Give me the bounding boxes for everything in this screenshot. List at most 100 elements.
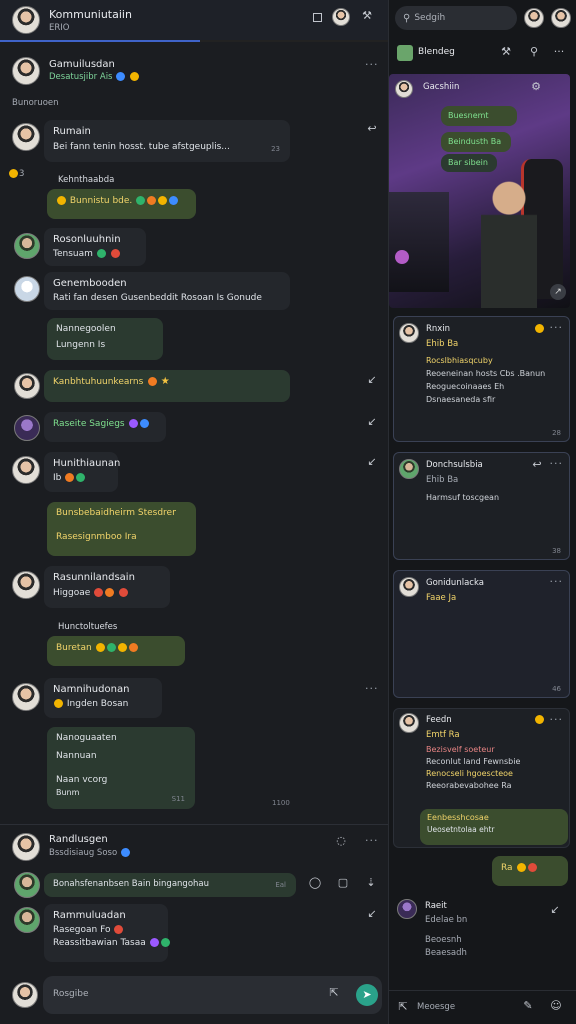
avatar[interactable] [399,323,419,343]
share-icon[interactable]: ↙ [549,903,561,916]
video-chat-bubble[interactable]: Buesnemt [441,106,517,126]
message-card[interactable]: Feedn ··· Emtf Ra Bezisvelf soeteur Reco… [393,708,570,848]
chat-pane: Kommuniutaiin ERIO ⚒ Gamuilusdan Desatus… [0,0,389,1024]
user-avatar[interactable] [332,8,350,26]
message-composer[interactable]: Rosgibe ⇱ ➤ [43,976,382,1014]
avatar[interactable] [12,57,40,85]
sender-name: Gamuilusdan [49,59,115,70]
sender-name: Donchsulsbia [426,460,483,470]
video-preview[interactable]: Gacshiin ⚙ Buesnemt Beindusth Ba Bar sib… [389,74,570,308]
send-button[interactable]: ➤ [356,984,378,1006]
avatar[interactable] [399,577,419,597]
tools-icon[interactable]: ⚒ [499,45,513,58]
message-bubble[interactable]: Bunnistu bde. [47,189,196,219]
avatar[interactable] [14,276,40,302]
emoji-icon [106,642,116,652]
emoji-icon [76,473,86,482]
live-badge [395,250,409,264]
search-icon[interactable]: ⚲ [527,45,541,58]
sender-name: Gacshiin [423,82,460,92]
message-bubble[interactable]: Rasunnilandsain Higgoae [44,566,170,608]
avatar[interactable] [395,80,413,98]
message-bubble[interactable]: Rammuluadan Rasegoan Fo Reassitbawian Ta… [44,904,170,962]
message-card[interactable]: Gonidunlacka ··· Faae Ja 46 [393,570,570,698]
avatar[interactable] [14,233,40,259]
emoji-icon [119,588,129,597]
message-bubble[interactable]: Buretan [47,636,185,666]
avatar[interactable] [14,415,40,441]
avatar[interactable] [14,907,40,933]
more-options-icon[interactable]: ··· [550,575,564,588]
avatar[interactable] [14,373,40,399]
emoji-icon [128,642,138,652]
emoji-icon [535,715,544,724]
message-bubble[interactable]: Nannegoolen Lungenn Is [47,318,163,360]
reaction-count[interactable]: 3 [8,168,24,179]
profile-avatar[interactable] [524,8,544,28]
share-icon[interactable]: ↙ [366,373,378,386]
chat-icon[interactable]: ◌ [335,834,347,847]
message-card[interactable]: Rnxin ··· Ehib Ba Rocslbhiasqcuby Reoene… [393,316,570,442]
message-bubble[interactable]: Nanoguaaten Nannuan Naan vcorg Bunm S11 [47,727,195,809]
avatar[interactable] [14,872,40,898]
more-options-icon[interactable]: ··· [365,58,379,71]
reply-icon[interactable]: ↩ [532,458,542,471]
card-body: Rocslbhiasqcuby Reoeneinan hosts Cbs .Ba… [426,354,545,406]
avatar[interactable] [397,899,417,919]
chat-icon[interactable]: ◯ [308,876,322,889]
settings-icon[interactable]: ⚙ [529,80,543,93]
attach-icon[interactable]: ⇱ [327,986,341,999]
share-icon[interactable]: ↙ [366,455,378,468]
avatar[interactable] [12,123,40,151]
more-options-icon[interactable]: ··· [551,45,567,58]
reply-icon[interactable]: ↩ [366,122,378,135]
avatar[interactable] [12,571,40,599]
video-chat-bubble[interactable]: Beindusth Ba [441,132,511,152]
avatar[interactable] [12,456,40,484]
timestamp: 46 [552,685,561,693]
minimize-icon[interactable] [313,13,322,22]
share-icon[interactable]: ↙ [366,907,378,920]
share-icon[interactable]: ↙ [366,415,378,428]
message-bubble[interactable]: Raseite Sagiegs [44,412,166,442]
emoji-icon [116,72,126,81]
message-bubble[interactable]: Bunsbebaidheirm Stesdrem Rasesignmboo Ir… [47,502,196,556]
more-options-icon[interactable]: ··· [550,713,564,726]
avatar[interactable] [399,459,419,479]
message-bubble[interactable]: Ra [492,856,568,886]
expand-icon[interactable]: ↗ [550,284,566,300]
emoji-picker-icon[interactable]: ☺ [549,999,563,1012]
channel-icon [397,45,413,61]
more-options-icon[interactable]: ··· [365,682,379,695]
emoji-icon [65,473,75,482]
emoji-icon [114,925,124,934]
message-bubble[interactable]: Rumain Bei fann tenin hosst. tube afstge… [44,120,290,162]
more-options-icon[interactable]: ··· [550,457,564,470]
message-bubble[interactable]: Genembooden Rati fan desen Gusenbeddit R… [44,272,290,310]
divider [389,990,576,991]
pin-icon[interactable]: ⇣ [365,876,377,889]
sticker-icon[interactable]: ▢ [336,876,350,889]
message-bubble[interactable]: Namnihudonan Ingden Bosan [44,678,162,718]
message-bubble[interactable]: Kanbhtuhuunkearns ★ [44,370,290,402]
search-box[interactable]: ⚲ Sedgih [395,6,517,30]
profile-avatar[interactable] [551,8,571,28]
tools-icon[interactable]: ⚒ [360,9,374,22]
emoji-icon [147,376,157,386]
avatar[interactable] [12,683,40,711]
message-bubble[interactable]: Hunithiaunan Ib [44,452,120,492]
message-bubble[interactable]: Bonahsfenanbsen Bain bingangohau Eal [44,873,296,897]
more-options-icon[interactable]: ··· [365,834,379,847]
own-avatar[interactable] [12,982,38,1008]
group-avatar[interactable] [12,6,40,34]
edit-icon[interactable]: ✎ [521,999,535,1012]
video-chat-bubble[interactable]: Bar sibein [441,154,497,172]
message-card[interactable]: Donchsulsbia ↩ ··· Ehib Ba Harmsuf toscg… [393,452,570,560]
message-text: Raseite Sagiegs [53,419,125,429]
avatar[interactable] [12,833,40,861]
message-bubble[interactable]: Rosonluuhnin Tensuam [44,228,146,266]
attach-icon[interactable]: ⇱ [397,1000,409,1013]
avatar[interactable] [399,713,419,733]
more-options-icon[interactable]: ··· [550,321,564,334]
reply-bubble[interactable]: Eenbesshcosae Ueosetntolaa ehtr [420,809,568,845]
